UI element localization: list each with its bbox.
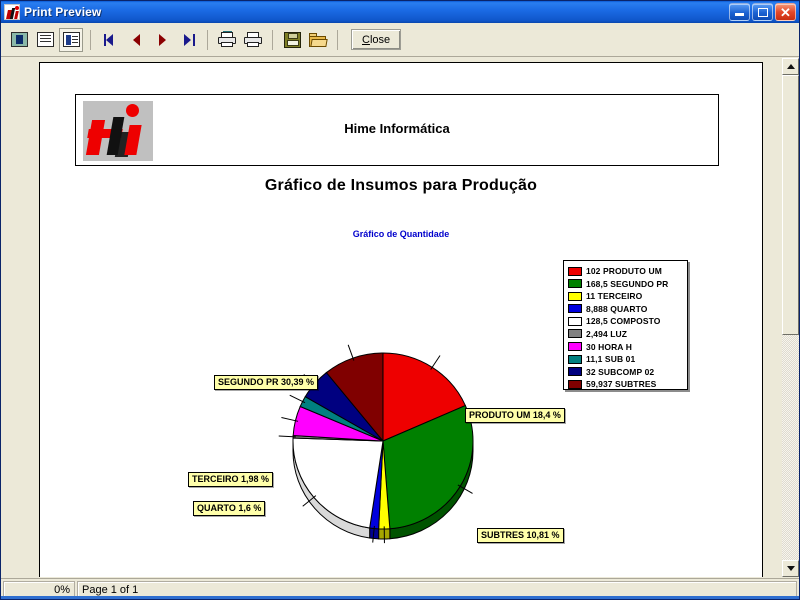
continuous-view-icon [36, 32, 54, 47]
open-button[interactable] [306, 28, 330, 52]
pie-slice [292, 437, 384, 529]
window-title: Print Preview [24, 5, 102, 19]
pie-callout-label: PRODUTO UM 18,4 % [465, 408, 565, 423]
close-button-label: Close [362, 33, 391, 46]
legend-label: 11,1 SUB 01 [586, 354, 636, 365]
wide-view-button[interactable] [59, 27, 83, 52]
hime-logo-icon [4, 4, 20, 20]
legend-swatch [568, 316, 582, 326]
legend-item: 128,5 COMPOSTO [568, 315, 684, 327]
print-button[interactable] [241, 28, 265, 52]
legend-item: 32 SUBCOMP 02 [568, 366, 684, 378]
legend-label: 2,494 LUZ [586, 328, 628, 339]
toolbar: Close [1, 23, 799, 57]
close-preview-button[interactable]: Close [351, 29, 402, 50]
maximize-button[interactable] [752, 3, 773, 21]
vertical-scrollbar[interactable] [782, 58, 799, 577]
toolbar-separator [207, 29, 208, 50]
caret-down-icon [786, 566, 795, 571]
legend-label: 102 PRODUTO UM [586, 266, 662, 276]
minimize-button[interactable] [729, 3, 750, 21]
print-setup-icon [217, 31, 237, 48]
legend-swatch [568, 367, 582, 377]
legend-label: 30 HORA H [586, 341, 632, 352]
next-page-button[interactable] [150, 28, 174, 52]
save-button[interactable] [280, 28, 304, 52]
legend-swatch [568, 279, 582, 289]
scroll-down-button[interactable] [782, 560, 799, 577]
print-setup-button[interactable] [215, 28, 239, 52]
callout-leader [289, 394, 306, 404]
report-page: Hime Informática Gráfico de Insumos para… [39, 62, 763, 577]
chart-legend: 102 PRODUTO UM 168,5 SEGUNDO PR 11 TERCEIR… [563, 260, 688, 390]
single-page-icon [10, 32, 28, 47]
legend-item: 102 PRODUTO UM [568, 265, 684, 277]
print-preview-window: Print Preview ✕ Close Hime Informática G… [0, 0, 800, 600]
last-page-button[interactable] [176, 28, 200, 52]
first-page-icon [103, 33, 117, 46]
legend-item: 59,937 SUBTRES [568, 378, 684, 390]
pie-callout-label: SUBTRES 10,81 % [477, 528, 564, 543]
pie-callout-label: SEGUNDO PR 30,39 % [214, 375, 319, 390]
legend-swatch [568, 304, 582, 314]
pie-callout-label: QUARTO 1,6 % [193, 501, 266, 516]
legend-label: 168,5 SEGUNDO PR [586, 278, 669, 289]
legend-label: 128,5 COMPOSTO [586, 316, 661, 327]
toolbar-separator [272, 29, 273, 50]
title-bar: Print Preview ✕ [1, 1, 799, 23]
window-bottom-accent [1, 596, 799, 599]
legend-swatch [568, 291, 582, 301]
toolbar-separator [90, 29, 91, 50]
scrollbar-thumb[interactable] [782, 75, 799, 335]
toolbar-separator [337, 29, 338, 50]
legend-label: 59,937 SUBTRES [586, 379, 657, 390]
legend-item: 11 TERCEIRO [568, 290, 684, 302]
single-page-view-button[interactable] [7, 28, 31, 52]
legend-item: 8,888 QUARTO [568, 303, 684, 315]
folder-open-icon [309, 32, 328, 47]
first-page-button[interactable] [98, 28, 122, 52]
previous-page-button[interactable] [124, 28, 148, 52]
legend-item: 30 HORA H [568, 341, 684, 353]
legend-swatch [568, 354, 582, 364]
legend-swatch [568, 266, 582, 276]
minimize-icon [735, 13, 744, 16]
legend-label: 32 SUBCOMP 02 [586, 366, 655, 377]
close-icon: ✕ [780, 4, 791, 20]
caret-up-icon [786, 64, 795, 69]
wide-view-icon [62, 32, 80, 47]
legend-item: 2,494 LUZ [568, 328, 684, 340]
legend-label: 11 TERCEIRO [586, 291, 643, 302]
legend-swatch [568, 329, 582, 339]
printer-icon [243, 31, 263, 48]
legend-label: 8,888 QUARTO [586, 303, 648, 314]
legend-item: 168,5 SEGUNDO PR [568, 278, 684, 290]
previous-page-icon [130, 33, 143, 46]
floppy-disk-icon [283, 31, 301, 48]
legend-swatch [568, 342, 582, 352]
close-button[interactable]: ✕ [775, 3, 796, 21]
maximize-icon [758, 8, 768, 17]
callout-leader [430, 355, 441, 370]
last-page-icon [182, 33, 195, 46]
legend-swatch [568, 379, 582, 389]
continuous-view-button[interactable] [33, 28, 57, 52]
scroll-up-button[interactable] [782, 58, 799, 75]
preview-area: Hime Informática Gráfico de Insumos para… [1, 58, 799, 577]
legend-item: 11,1 SUB 01 [568, 353, 684, 365]
next-page-icon [156, 33, 169, 46]
pie-callout-label: TERCEIRO 1,98 % [188, 472, 274, 487]
